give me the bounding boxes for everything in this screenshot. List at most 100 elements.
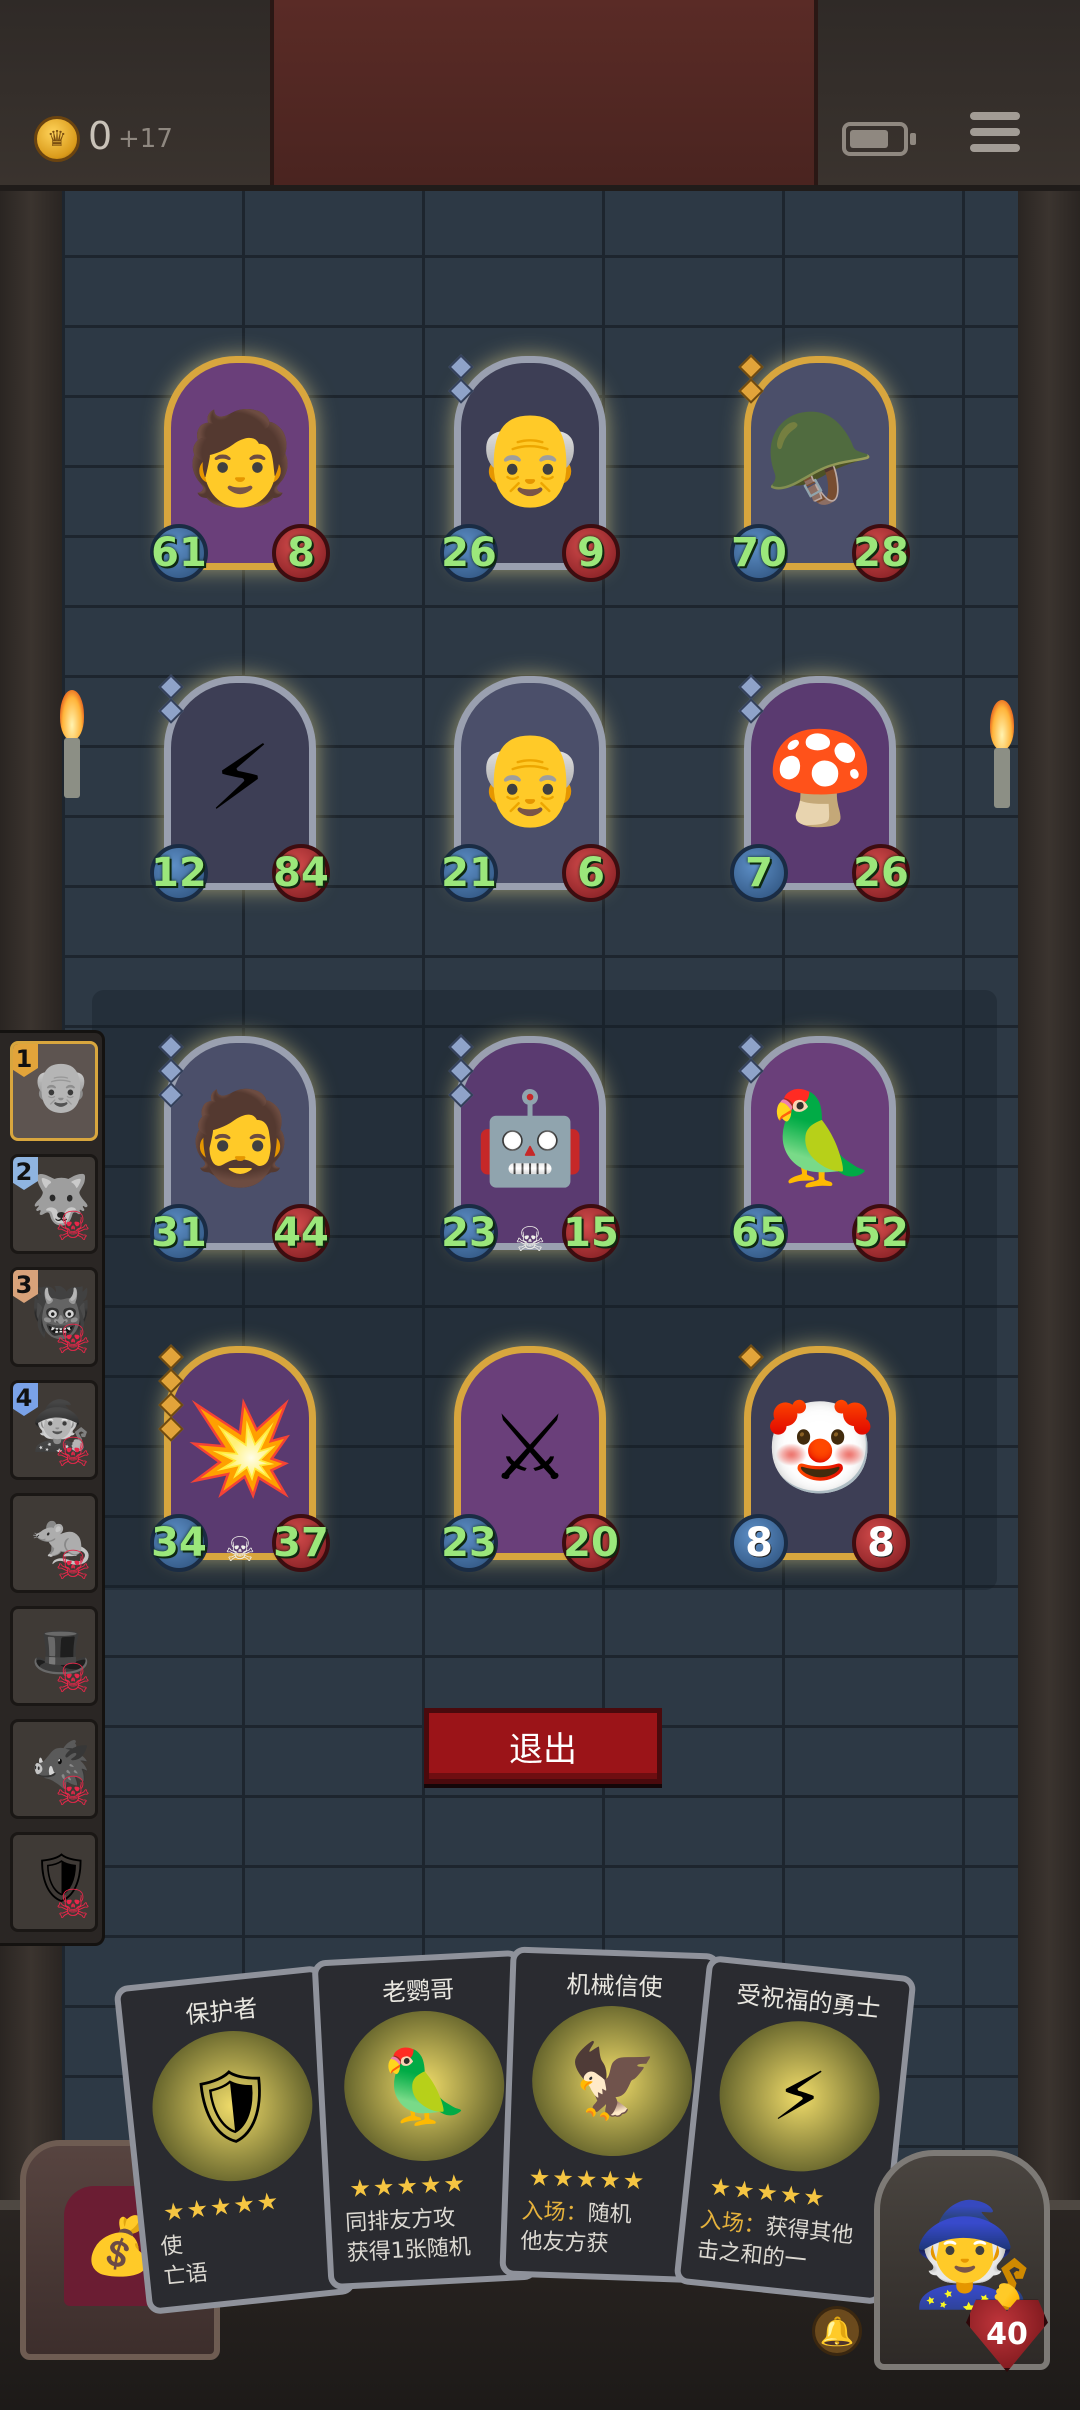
exit-button[interactable]: 退出	[424, 1708, 662, 1784]
tier-pip-icon	[448, 1034, 474, 1060]
hand-card-description: 使亡语	[159, 2215, 338, 2292]
board-minion[interactable]: 👴 21 6	[440, 670, 620, 902]
tier-pips	[738, 674, 764, 726]
tier-pip-icon	[738, 674, 764, 700]
board-minion[interactable]: 🍄 7 26	[730, 670, 910, 902]
tier-pip-icon	[448, 378, 474, 404]
warband-slot[interactable]: 🐗 ☠	[10, 1719, 98, 1819]
soldier-portrait-icon: 🪖	[763, 406, 877, 511]
tier-pip-icon	[448, 1082, 474, 1108]
minion-health: 6	[562, 844, 620, 902]
description-line: 同排友方攻	[344, 2205, 456, 2237]
hand-card-art-icon: 🦅	[529, 2003, 695, 2159]
minion-health: 9	[562, 524, 620, 582]
battery-icon	[842, 122, 916, 156]
description-line: 获得其他	[764, 2214, 855, 2249]
robot-portrait-icon: 🤖	[473, 1086, 587, 1191]
minion-health: 8	[852, 1514, 910, 1572]
hand-card-description: 入场：获得其他 击之和的一	[695, 2206, 874, 2283]
board-minion[interactable]: ⚡ 12 84	[150, 670, 330, 902]
warband-slot[interactable]: 👹 3 ☠	[10, 1267, 98, 1367]
warband-slot[interactable]: 🐀 ☠	[10, 1493, 98, 1593]
warband-slot[interactable]: 🛡 ☠	[10, 1832, 98, 1932]
tier-pip-icon	[738, 378, 764, 404]
hand-card-art-icon: 🛡	[145, 2023, 320, 2190]
gold-coin-icon: ♛	[34, 116, 80, 162]
minion-attack: 65	[730, 1204, 788, 1262]
minion-attack: 70	[730, 524, 788, 582]
warband-slot[interactable]: 👴 1	[10, 1041, 98, 1141]
eliminated-skull-icon: ☠	[55, 1543, 91, 1589]
tier-pip-icon	[158, 674, 184, 700]
cannon-portrait-icon: 💥	[183, 1396, 297, 1501]
minion-health: 44	[272, 1204, 330, 1262]
minion-attack: 12	[150, 844, 208, 902]
minion-health: 20	[562, 1514, 620, 1572]
tier-pip-icon	[158, 1034, 184, 1060]
warband-slot[interactable]: 🐺 2 ☠	[10, 1154, 98, 1254]
tier-pips	[448, 354, 474, 406]
tier-pip-icon	[738, 1034, 764, 1060]
hand-card-title: 机械信使	[566, 1970, 663, 2002]
tier-pips	[738, 1034, 764, 1086]
warband-slot[interactable]: 🎩 ☠	[10, 1606, 98, 1706]
curtain	[270, 0, 818, 185]
bell-icon[interactable]: 🔔	[812, 2306, 862, 2356]
board-minion[interactable]: 🦜 65 52	[730, 1030, 910, 1262]
menu-icon[interactable]	[970, 112, 1020, 160]
tier-pip-icon	[158, 1416, 184, 1442]
tier-pips	[448, 1034, 474, 1110]
minion-attack: 26	[440, 524, 498, 582]
star-rating-icon: ★★★★★	[348, 2168, 468, 2204]
tier-pip-icon	[738, 354, 764, 380]
minion-attack: 8	[730, 1514, 788, 1572]
knight-portrait-icon: 🧑	[183, 406, 297, 511]
hand-card-art-icon: ⚡	[712, 2013, 887, 2180]
minion-health: 84	[272, 844, 330, 902]
parrot-portrait-icon: 🦜	[763, 1086, 877, 1191]
board-minion[interactable]: 👴 26 9	[440, 350, 620, 582]
torch-right-icon	[982, 700, 1022, 810]
description-line: 使	[159, 2233, 185, 2261]
tier-pips	[158, 1034, 184, 1110]
description-line: 他友方获	[520, 2228, 609, 2257]
board-minion[interactable]: 🧔 31 44	[150, 1030, 330, 1262]
hand-card-art-icon: 🦜	[340, 2006, 509, 2166]
board-minion[interactable]: 🪖 70 28	[730, 350, 910, 582]
right-frame	[1018, 0, 1080, 2400]
board-minion[interactable]: 🤖 ☠ 23 15	[440, 1030, 620, 1262]
tier-pip-icon	[738, 1344, 764, 1370]
tier-pips	[158, 674, 184, 726]
description-line: 击之和的一	[695, 2237, 808, 2274]
old-man-portrait-icon: 👴	[473, 406, 587, 511]
description-line: 获得1张随机	[346, 2234, 472, 2266]
armored-knight-portrait-icon: ⚔	[489, 1396, 571, 1501]
board-minion[interactable]: 🧑 61 8	[150, 350, 330, 582]
board-minion[interactable]: 💥 ☠ 34 37	[150, 1340, 330, 1572]
minion-health: 37	[272, 1514, 330, 1572]
star-rating-icon: ★★★★★	[528, 2163, 647, 2196]
eliminated-skull-icon: ☠	[55, 1882, 91, 1928]
eliminated-skull-icon: ☠	[55, 1430, 91, 1476]
tier-pips	[738, 1344, 764, 1372]
mushroom-portrait-icon: 🍄	[763, 726, 877, 831]
tier-pip-icon	[158, 1082, 184, 1108]
tier-pip-icon	[158, 1058, 184, 1084]
warband-sidebar: 👴 1 🐺 2 ☠ 👹 3 ☠ 🧙 4 ☠ 🐀 ☠ 🎩 ☠ 🐗 ☠ 🛡 ☠	[0, 1030, 105, 1946]
tier-pip-icon	[738, 1058, 764, 1084]
board-minion[interactable]: ⚔ 23 20	[440, 1340, 620, 1572]
eliminated-skull-icon: ☠	[55, 1204, 91, 1250]
deathrattle-skull-icon: ☠	[514, 1220, 546, 1260]
tier-pip-icon	[158, 698, 184, 724]
tier-pip-icon	[158, 1344, 184, 1370]
eliminated-skull-icon: ☠	[55, 1317, 91, 1363]
minion-attack: 23	[440, 1204, 498, 1262]
minion-attack: 21	[440, 844, 498, 902]
keyword: 入场：	[698, 2207, 768, 2240]
minion-health: 28	[852, 524, 910, 582]
hand-card-title: 保护者	[184, 1994, 259, 2030]
board-minion[interactable]: 🤡 8 8	[730, 1340, 910, 1572]
description-line: 随机	[587, 2201, 632, 2228]
warband-slot[interactable]: 🧙 4 ☠	[10, 1380, 98, 1480]
minion-health: 15	[562, 1204, 620, 1262]
